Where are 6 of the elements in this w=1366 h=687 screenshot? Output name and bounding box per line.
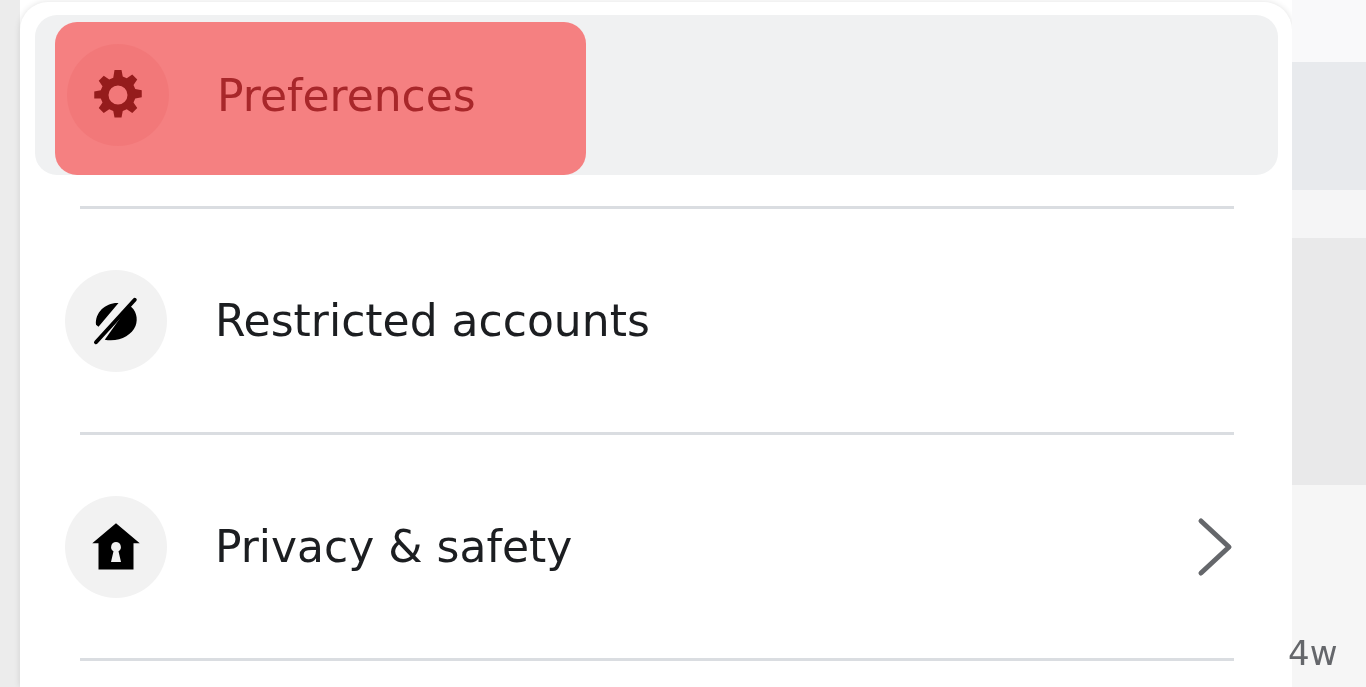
menu-item[interactable]: Privacy & safety <box>35 435 1278 658</box>
menu-item[interactable]: Restricted accounts <box>35 209 1278 432</box>
menu-item-label: Restricted accounts <box>215 295 650 346</box>
timestamp: 4w <box>1288 633 1338 673</box>
menu-item-label: Privacy & safety <box>215 521 573 572</box>
menu-item-label: Preferences <box>217 69 476 121</box>
